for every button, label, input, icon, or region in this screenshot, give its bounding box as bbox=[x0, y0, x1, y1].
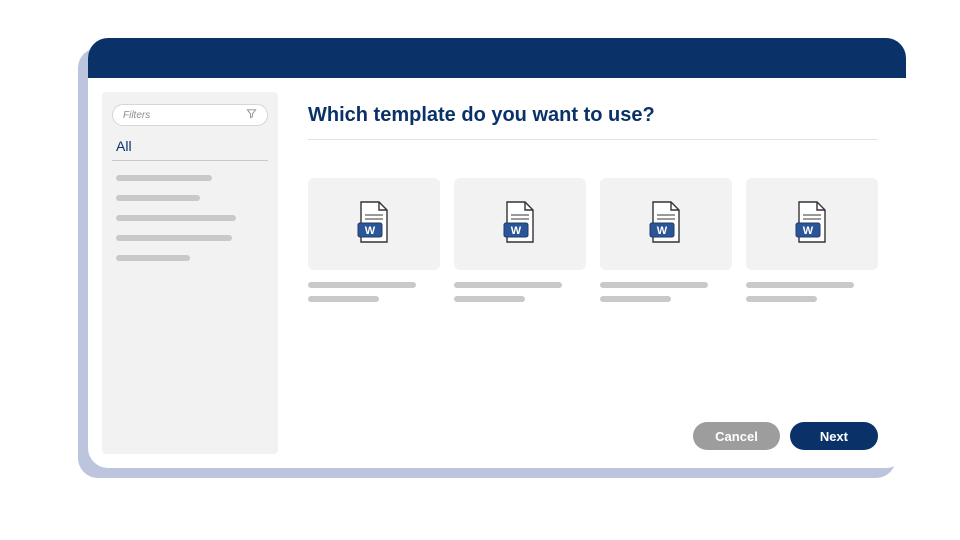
word-document-icon: W bbox=[503, 201, 537, 248]
template-subtitle-placeholder bbox=[746, 296, 817, 302]
template-thumbnail: W bbox=[600, 178, 732, 270]
svg-text:W: W bbox=[803, 225, 814, 237]
template-title-placeholder bbox=[746, 282, 854, 288]
title-bar bbox=[88, 38, 906, 78]
template-row: W W W W bbox=[308, 178, 878, 302]
template-title-placeholder bbox=[454, 282, 562, 288]
svg-text:W: W bbox=[511, 225, 522, 237]
sidebar-category-placeholder[interactable] bbox=[116, 235, 232, 241]
sidebar-category-placeholder[interactable] bbox=[116, 195, 200, 201]
template-subtitle-placeholder bbox=[308, 296, 379, 302]
template-card[interactable]: W bbox=[308, 178, 440, 302]
sidebar-category-placeholder[interactable] bbox=[116, 215, 236, 221]
template-title-placeholder bbox=[308, 282, 416, 288]
template-subtitle-placeholder bbox=[600, 296, 671, 302]
template-card[interactable]: W bbox=[454, 178, 586, 302]
next-button[interactable]: Next bbox=[790, 422, 878, 450]
template-thumbnail: W bbox=[454, 178, 586, 270]
template-subtitle-placeholder bbox=[454, 296, 525, 302]
footer: Cancel Next bbox=[693, 422, 878, 450]
svg-text:W: W bbox=[657, 225, 668, 237]
sidebar-category-all[interactable]: All bbox=[112, 136, 268, 161]
svg-text:W: W bbox=[365, 225, 376, 237]
sidebar-category-placeholder[interactable] bbox=[116, 255, 190, 261]
page-heading: Which template do you want to use? bbox=[308, 104, 878, 140]
template-title-placeholder bbox=[600, 282, 708, 288]
word-document-icon: W bbox=[795, 201, 829, 248]
template-thumbnail: W bbox=[308, 178, 440, 270]
sidebar-category-placeholder[interactable] bbox=[116, 175, 212, 181]
word-document-icon: W bbox=[649, 201, 683, 248]
dialog-window: Filters All Which template do you want t… bbox=[88, 38, 906, 468]
template-card[interactable]: W bbox=[746, 178, 878, 302]
template-card[interactable]: W bbox=[600, 178, 732, 302]
filters-label: Filters bbox=[123, 110, 150, 121]
sidebar: Filters All bbox=[102, 92, 278, 454]
window-body: Filters All Which template do you want t… bbox=[88, 78, 906, 468]
filters-button[interactable]: Filters bbox=[112, 104, 268, 126]
main-content: Which template do you want to use? W W W… bbox=[278, 78, 906, 468]
template-thumbnail: W bbox=[746, 178, 878, 270]
funnel-icon bbox=[246, 106, 257, 124]
cancel-button[interactable]: Cancel bbox=[693, 422, 780, 450]
word-document-icon: W bbox=[357, 201, 391, 248]
